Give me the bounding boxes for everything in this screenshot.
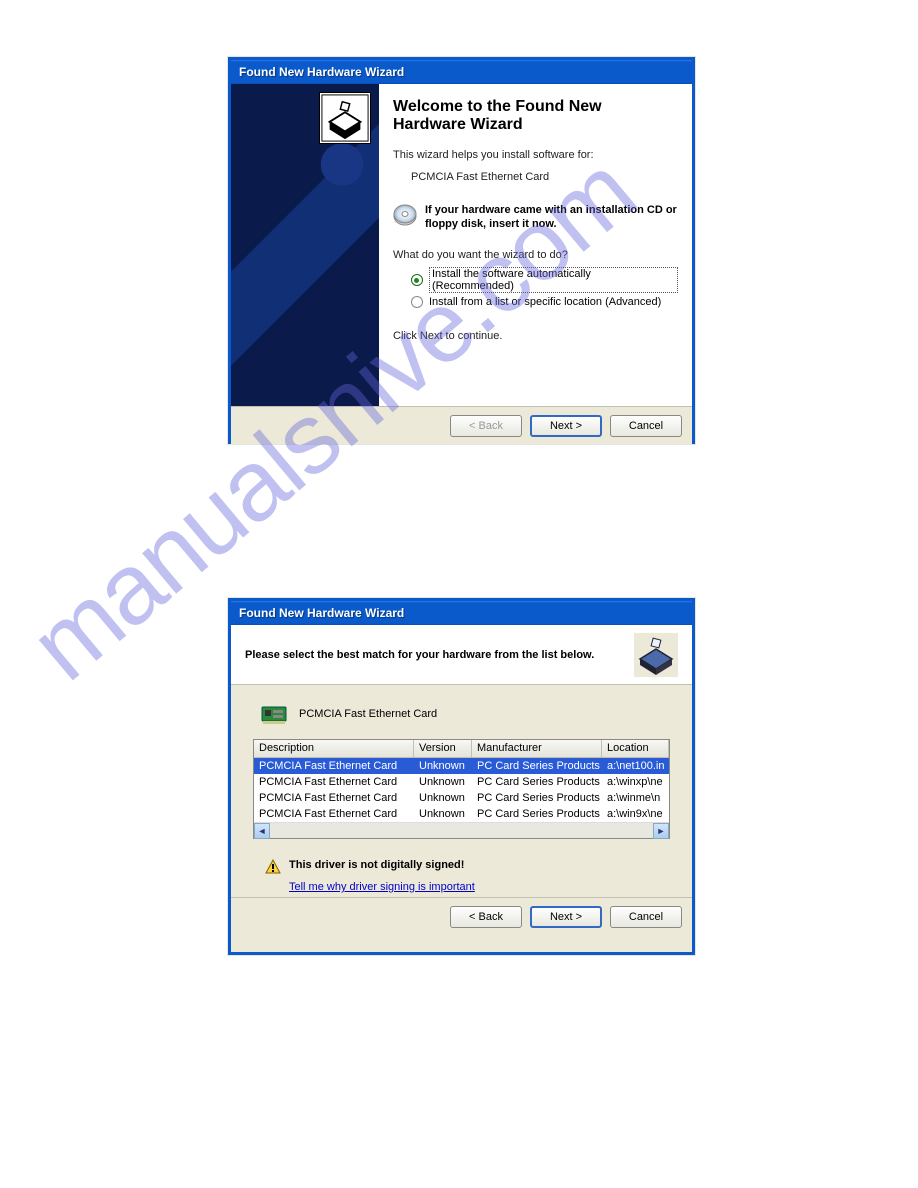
- network-card-icon: [261, 703, 289, 725]
- cell-ver: Unknown: [414, 791, 472, 805]
- back-button[interactable]: < Back: [450, 906, 522, 928]
- cancel-button[interactable]: Cancel: [610, 415, 682, 437]
- cell-man: PC Card Series Products: [472, 775, 602, 789]
- radio-dot-icon: [411, 274, 423, 286]
- device-name: PCMCIA Fast Ethernet Card: [299, 708, 437, 720]
- device-name: PCMCIA Fast Ethernet Card: [411, 171, 678, 183]
- radio-install-auto[interactable]: Install the software automatically (Reco…: [411, 267, 678, 293]
- wizard-sidebar-graphic: [231, 84, 379, 406]
- next-button[interactable]: Next >: [530, 906, 602, 928]
- titlebar: Found New Hardware Wizard: [231, 601, 692, 625]
- cd-prompt: If your hardware came with an installati…: [425, 203, 678, 232]
- list-item[interactable]: PCMCIA Fast Ethernet Card Unknown PC Car…: [254, 790, 669, 806]
- cell-ver: Unknown: [414, 775, 472, 789]
- titlebar: Found New Hardware Wizard: [231, 60, 692, 84]
- list-header: Description Version Manufacturer Locatio…: [254, 740, 669, 758]
- cell-desc: PCMCIA Fast Ethernet Card: [254, 807, 414, 821]
- hardware-wizard-dialog-2: Found New Hardware Wizard Please select …: [228, 598, 695, 955]
- list-item[interactable]: PCMCIA Fast Ethernet Card Unknown PC Car…: [254, 774, 669, 790]
- list-item[interactable]: PCMCIA Fast Ethernet Card Unknown PC Car…: [254, 806, 669, 822]
- warning-icon: [265, 859, 281, 875]
- button-bar: < Back Next > Cancel: [231, 897, 692, 935]
- cd-icon: [393, 203, 417, 227]
- scroll-left-icon[interactable]: ◄: [254, 823, 270, 839]
- col-location[interactable]: Location: [602, 740, 669, 757]
- next-button[interactable]: Next >: [530, 415, 602, 437]
- cell-ver: Unknown: [414, 759, 472, 773]
- wizard-heading: Welcome to the Found New Hardware Wizard: [393, 98, 678, 135]
- back-button: < Back: [450, 415, 522, 437]
- cancel-button[interactable]: Cancel: [610, 906, 682, 928]
- radio-empty-icon: [411, 296, 423, 308]
- col-manufacturer[interactable]: Manufacturer: [472, 740, 602, 757]
- hardware-wizard-dialog-1: Found New Hardware Wizard Welcome to the…: [228, 57, 695, 444]
- cell-man: PC Card Series Products: [472, 791, 602, 805]
- wizard-continue: Click Next to continue.: [393, 330, 678, 342]
- horizontal-scrollbar[interactable]: ◄ ►: [254, 822, 669, 838]
- list-item[interactable]: PCMCIA Fast Ethernet Card Unknown PC Car…: [254, 758, 669, 774]
- driver-list[interactable]: Description Version Manufacturer Locatio…: [253, 739, 670, 839]
- hardware-box-icon: [319, 92, 371, 144]
- button-bar: < Back Next > Cancel: [231, 406, 692, 444]
- cell-loc: a:\win9x\ne: [602, 807, 669, 821]
- cell-desc: PCMCIA Fast Ethernet Card: [254, 791, 414, 805]
- wizard-subheading: Please select the best match for your ha…: [245, 649, 594, 661]
- cell-man: PC Card Series Products: [472, 759, 602, 773]
- wizard-question: What do you want the wizard to do?: [393, 249, 678, 261]
- col-version[interactable]: Version: [414, 740, 472, 757]
- radio-install-list[interactable]: Install from a list or specific location…: [411, 296, 678, 308]
- col-description[interactable]: Description: [254, 740, 414, 757]
- hardware-box-icon: [634, 633, 678, 677]
- cell-man: PC Card Series Products: [472, 807, 602, 821]
- radio-list-label: Install from a list or specific location…: [429, 296, 661, 308]
- wizard-intro: This wizard helps you install software f…: [393, 149, 678, 161]
- cell-ver: Unknown: [414, 807, 472, 821]
- cell-loc: a:\winxp\ne: [602, 775, 669, 789]
- cell-loc: a:\net100.in: [602, 759, 669, 773]
- signing-info-link[interactable]: Tell me why driver signing is important: [289, 881, 670, 893]
- cell-desc: PCMCIA Fast Ethernet Card: [254, 775, 414, 789]
- cell-loc: a:\winme\n: [602, 791, 669, 805]
- cell-desc: PCMCIA Fast Ethernet Card: [254, 759, 414, 773]
- radio-auto-label: Install the software automatically (Reco…: [429, 267, 678, 293]
- warning-text: This driver is not digitally signed!: [289, 859, 464, 871]
- scroll-right-icon[interactable]: ►: [653, 823, 669, 839]
